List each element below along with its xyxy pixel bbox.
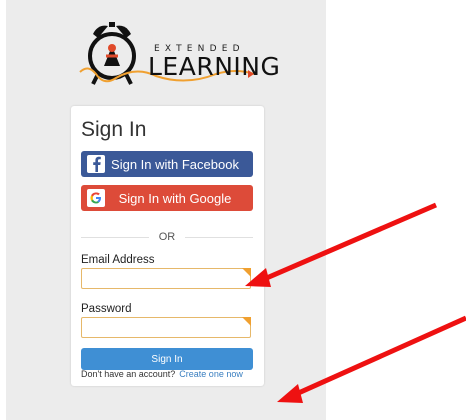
facebook-sign-in-button[interactable]: Sign In with Facebook: [81, 151, 253, 177]
password-field-autofill-marker-icon: [242, 317, 251, 326]
divider-line-right: [185, 236, 253, 238]
sign-in-button[interactable]: Sign In: [81, 348, 253, 370]
or-divider: OR: [81, 230, 253, 244]
page-title: Sign In: [81, 118, 147, 141]
google-icon: [87, 189, 105, 207]
or-text: OR: [158, 231, 176, 243]
password-label: Password: [81, 303, 132, 315]
login-panel-background: EXTENDED LEARNING Sign In Sign In with F…: [6, 0, 326, 420]
divider-line-left: [81, 236, 149, 238]
email-field-autofill-marker-icon: [242, 268, 251, 277]
google-sign-in-button[interactable]: Sign In with Google: [81, 185, 253, 211]
create-account-link[interactable]: Create one now: [179, 369, 243, 379]
email-label: Email Address: [81, 254, 155, 266]
footer-signup-prompt: Don't have an account? Create one now: [81, 369, 243, 379]
no-account-text: Don't have an account?: [81, 369, 176, 379]
extended-learning-logo: EXTENDED LEARNING: [76, 16, 280, 96]
google-button-label: Sign In with Google: [118, 190, 232, 206]
email-field[interactable]: [81, 268, 251, 289]
facebook-button-label: Sign In with Facebook: [111, 156, 239, 172]
sign-in-card: Sign In Sign In with Facebook Sign In wi…: [71, 106, 264, 386]
logo-word-learning: LEARNING: [148, 52, 281, 81]
password-field[interactable]: [81, 317, 251, 338]
facebook-icon: [87, 155, 105, 173]
